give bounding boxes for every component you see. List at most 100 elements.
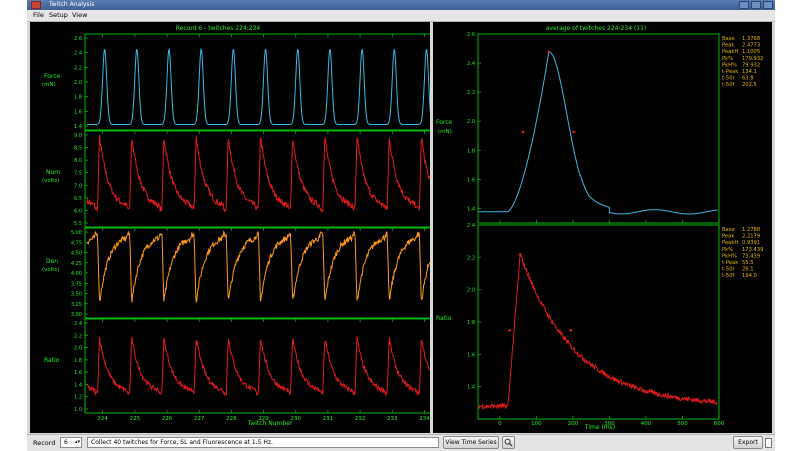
minimize-icon[interactable] <box>739 1 749 9</box>
x-tick-label: 400 <box>641 421 652 427</box>
y-tick-label: 2.4 <box>74 321 82 327</box>
stat-key: PkH% <box>722 62 737 68</box>
bottom-toolbar: Record 6 ▴▾ Collect 40 twitches for Forc… <box>27 434 775 451</box>
stat-value: 0.9391 <box>742 240 760 246</box>
stat-value: 2.2179 <box>742 234 760 240</box>
panel-splitter[interactable] <box>430 22 433 433</box>
y-tick-label: 4.00 <box>71 271 82 277</box>
left-chart-title: Record 6 - twitches 224:234 <box>176 25 261 32</box>
y-tick-label: 6.5 <box>74 196 82 202</box>
view-time-series-button[interactable]: View Time Series <box>443 436 499 449</box>
y-tick-label: 5.00 <box>71 230 82 236</box>
stat-value: 134.1 <box>742 69 757 75</box>
y-tick-label: 1.4 <box>74 124 82 130</box>
stat-value: 26.1 <box>742 267 754 273</box>
x-tick-label: 227 <box>194 416 205 422</box>
y-tick-label: 1.2 <box>74 395 82 401</box>
y-tick-label: 5.5 <box>74 221 82 227</box>
stat-value: 1.2788 <box>742 227 760 233</box>
record-label: Record <box>33 439 56 447</box>
stat-value: 73.439 <box>742 253 760 259</box>
x-tick-label: 226 <box>162 416 173 422</box>
stat-key: t-Peak <box>722 260 738 266</box>
x-tick-label: 500 <box>677 421 688 427</box>
right-chart-title: average of twitches 224-234 (11) <box>546 25 647 32</box>
y-tick-label: 2.0 <box>467 119 475 125</box>
window-title: Twitch Analysis <box>49 1 95 8</box>
zoom-button[interactable] <box>502 436 515 449</box>
event-marker <box>547 50 551 54</box>
stat-value: 63.8 <box>742 76 754 82</box>
x-tick-label: 233 <box>387 416 398 422</box>
x-tick-label: 228 <box>226 416 237 422</box>
y-tick-label: 2.4 <box>467 61 475 67</box>
stat-key: Pk% <box>722 247 733 253</box>
y-tick-label: 2.2 <box>74 65 82 71</box>
title-bar[interactable]: Twitch Analysis <box>27 0 775 10</box>
y-tick-label: 1.6 <box>74 370 82 376</box>
y-tick-label: 2.0 <box>467 288 475 294</box>
y-tick-label: 4.75 <box>71 240 82 246</box>
menu-setup[interactable]: Setup <box>49 10 68 21</box>
y-tick-label: 7.0 <box>74 183 82 189</box>
x-tick-label: 234 <box>419 416 430 422</box>
stat-value: 1.1005 <box>742 49 760 55</box>
y-tick-label: 1.4 <box>74 382 82 388</box>
spinner-arrows-icon[interactable]: ▴▾ <box>75 438 80 447</box>
menu-view[interactable]: View <box>72 10 87 21</box>
stat-key: t-Peak <box>722 69 738 75</box>
y-tick-label: 2.2 <box>467 255 475 261</box>
menu-file[interactable]: File <box>33 10 44 21</box>
right-x-axis-label: Time (ms) <box>584 424 615 431</box>
x-tick-label: 230 <box>290 416 301 422</box>
y-tick-label: 1.8 <box>74 358 82 364</box>
y-tick-label: 1.8 <box>467 148 475 154</box>
document-icon <box>765 438 772 448</box>
stat-key: Base <box>722 227 735 233</box>
y-tick-label: 2.2 <box>467 90 475 96</box>
event-marker <box>521 130 525 134</box>
num-unit: (volts) <box>42 178 59 184</box>
event-marker <box>508 329 511 332</box>
y-tick-label: 3.75 <box>71 281 82 287</box>
stat-key: Peak <box>722 43 734 49</box>
ratio-label: Ratio <box>44 357 60 364</box>
den-unit: (volts) <box>42 267 59 273</box>
export-button[interactable]: Export <box>733 436 763 449</box>
y-tick-label: 2.0 <box>74 80 82 86</box>
x-tick-label: 229 <box>258 416 269 422</box>
x-tick-label: 600 <box>714 421 725 427</box>
y-tick-label: 2.4 <box>467 223 475 229</box>
stat-key: Peak <box>722 234 734 240</box>
event-marker <box>518 253 522 256</box>
stat-key: t-50r <box>722 76 736 82</box>
stat-value: 179.932 <box>742 56 763 62</box>
y-tick-label: 3.50 <box>71 292 82 298</box>
avg-force-label: Force <box>436 119 453 126</box>
y-tick-label: 9.0 <box>74 133 82 139</box>
y-tick-label: 1.6 <box>467 177 475 183</box>
stat-key: PeakH <box>722 240 738 246</box>
description-field[interactable]: Collect 40 twitches for Force, SL and Fl… <box>87 437 439 448</box>
stat-key: t-50f <box>722 82 735 88</box>
record-spinner[interactable]: 6 ▴▾ <box>60 437 82 448</box>
avg-ratio-label: Ratio <box>436 315 452 322</box>
y-tick-label: 3.00 <box>71 312 82 318</box>
x-tick-label: 200 <box>568 421 579 427</box>
maximize-icon[interactable] <box>751 1 761 9</box>
y-tick-label: 2.6 <box>467 32 475 38</box>
stat-value: 55.5 <box>742 260 754 266</box>
x-tick-label: 224 <box>97 416 108 422</box>
close-icon[interactable] <box>763 1 773 9</box>
den-label: Den <box>46 258 58 265</box>
y-tick-label: 2.4 <box>74 51 82 57</box>
y-tick-label: 1.6 <box>467 352 475 358</box>
y-tick-label: 2.2 <box>74 333 82 339</box>
app-icon <box>31 1 41 9</box>
record-value: 6 <box>64 439 68 446</box>
stat-value: 202.5 <box>742 82 757 88</box>
stat-key: t-50r <box>722 267 736 273</box>
app-window: Twitch Analysis File Setup View Record 6… <box>27 0 775 451</box>
y-tick-label: 7.5 <box>74 171 82 177</box>
stat-value: 79.932 <box>742 62 760 68</box>
